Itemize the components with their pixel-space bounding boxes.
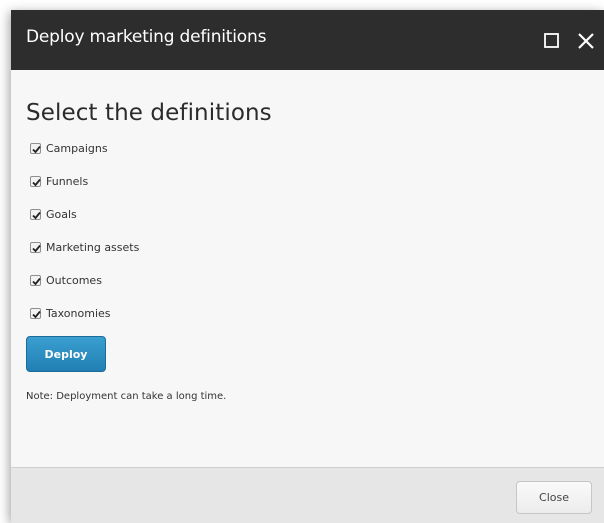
- maximize-button[interactable]: [541, 30, 563, 52]
- close-button[interactable]: Close: [516, 481, 592, 514]
- option-marketing-assets[interactable]: Marketing assets: [30, 239, 139, 255]
- checkmark-icon: [32, 145, 41, 153]
- checkmark-icon: [32, 244, 41, 252]
- option-label: Campaigns: [46, 141, 108, 155]
- deployment-note: Note: Deployment can take a long time.: [26, 391, 227, 402]
- campaigns-checkbox[interactable]: [30, 142, 41, 154]
- option-label: Funnels: [46, 174, 89, 188]
- deploy-dialog: Deploy marketing definitions Select the …: [11, 10, 604, 523]
- option-taxonomies[interactable]: Taxonomies: [30, 305, 111, 321]
- marketing-assets-checkbox[interactable]: [30, 241, 41, 253]
- close-window-button[interactable]: [575, 30, 597, 52]
- option-label: Marketing assets: [46, 240, 140, 254]
- checkmark-icon: [32, 211, 41, 219]
- taxonomies-checkbox[interactable]: [30, 307, 41, 319]
- option-label: Taxonomies: [46, 306, 111, 320]
- close-icon: [578, 33, 594, 49]
- goals-checkbox[interactable]: [30, 208, 41, 220]
- checkmark-icon: [32, 178, 41, 186]
- option-label: Outcomes: [46, 273, 102, 287]
- option-funnels[interactable]: Funnels: [30, 173, 88, 189]
- option-goals[interactable]: Goals: [30, 206, 77, 222]
- dialog-footer: Close: [11, 467, 604, 523]
- checkmark-icon: [32, 310, 41, 318]
- section-heading: Select the definitions: [26, 100, 272, 126]
- dialog-titlebar: Deploy marketing definitions: [11, 10, 604, 70]
- option-campaigns[interactable]: Campaigns: [30, 140, 108, 156]
- dialog-title: Deploy marketing definitions: [26, 27, 267, 47]
- option-outcomes[interactable]: Outcomes: [30, 272, 102, 288]
- deploy-button[interactable]: Deploy: [26, 336, 106, 372]
- outcomes-checkbox[interactable]: [30, 274, 41, 286]
- maximize-icon: [544, 33, 559, 48]
- funnels-checkbox[interactable]: [30, 175, 41, 187]
- checkmark-icon: [32, 277, 41, 285]
- option-label: Goals: [46, 207, 77, 221]
